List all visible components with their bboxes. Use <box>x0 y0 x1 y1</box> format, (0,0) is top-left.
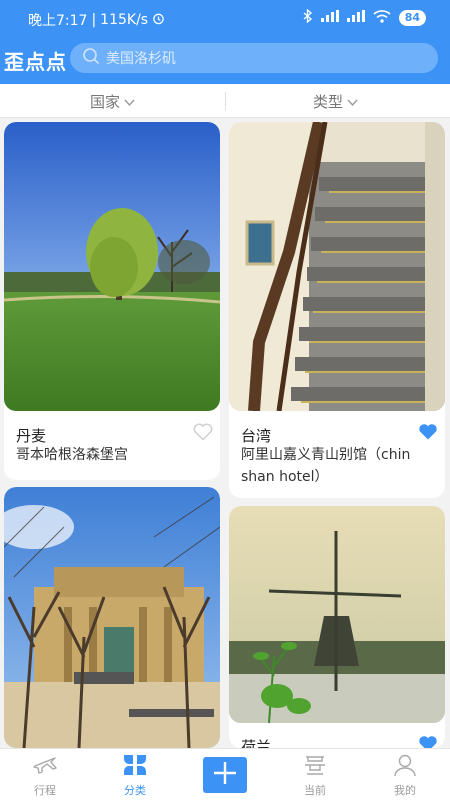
add-button[interactable] <box>203 757 247 793</box>
place-photo <box>4 122 220 411</box>
filter-divider <box>225 92 226 110</box>
tab-trip[interactable]: 行程 <box>10 753 80 798</box>
place-photo <box>229 122 445 411</box>
heart-filled-icon[interactable] <box>418 735 438 748</box>
signal-icon-1 <box>320 10 339 26</box>
alarm-icon <box>152 12 165 29</box>
search-icon <box>82 47 100 69</box>
tab-label: 分类 <box>124 784 146 797</box>
tab-current[interactable]: 当前 <box>280 753 350 798</box>
location-icon <box>302 753 328 780</box>
status-left: 晚上7:17 | 115K/s <box>28 10 165 30</box>
heart-filled-icon[interactable] <box>418 423 438 445</box>
place-card[interactable] <box>4 487 220 748</box>
place-card[interactable]: 荷兰 <box>229 506 445 748</box>
chevron-down-icon <box>124 93 135 111</box>
place-photo <box>229 506 445 723</box>
country-filter-label: 国家 <box>90 93 121 111</box>
add-icon <box>212 760 238 790</box>
heart-outline-icon[interactable] <box>193 423 213 445</box>
battery-badge: 84 <box>398 10 426 26</box>
status-speed: 115K/s <box>100 12 149 28</box>
user-icon <box>392 753 418 780</box>
category-icon <box>122 753 148 780</box>
chevron-down-icon <box>347 93 358 111</box>
search-input[interactable]: 美国洛杉矶 <box>70 43 438 73</box>
bluetooth-icon <box>303 8 313 27</box>
place-card[interactable]: 台湾 阿里山嘉义青山别馆（chin shan hotel） <box>229 122 445 498</box>
card-place-line: 阿里山嘉义青山别馆（chin <box>241 447 411 463</box>
app-header: 歪点点 美国洛杉矶 <box>0 36 450 84</box>
status-bar: 晚上7:17 | 115K/s 84 <box>0 0 450 36</box>
card-country: 台湾 <box>241 427 272 445</box>
tab-label: 当前 <box>304 784 326 797</box>
place-card[interactable]: 丹麦 哥本哈根洛森堡宫 <box>4 122 220 480</box>
type-filter[interactable]: 类型 <box>313 91 358 112</box>
card-place-line: shan hotel） <box>241 469 329 485</box>
place-photo <box>4 487 220 748</box>
card-country: 丹麦 <box>16 427 47 445</box>
bottom-tab-bar: 行程 分类 当前 我的 <box>0 748 450 800</box>
status-right: 84 <box>303 8 426 27</box>
card-place: 哥本哈根洛森堡宫 <box>16 447 128 463</box>
tab-label: 我的 <box>394 784 416 797</box>
status-time: 晚上7:17 <box>28 13 88 29</box>
search-placeholder: 美国洛杉矶 <box>106 51 176 67</box>
card-country: 荷兰 <box>241 738 272 748</box>
signal-icon-2 <box>346 10 365 26</box>
wifi-icon <box>373 9 391 27</box>
app-title: 歪点点 <box>4 50 67 74</box>
tab-mine[interactable]: 我的 <box>370 753 440 798</box>
filter-bar: 国家 类型 <box>0 84 450 118</box>
tab-label: 行程 <box>34 784 56 797</box>
status-separator: | <box>91 12 97 28</box>
plane-icon <box>32 753 58 780</box>
type-filter-label: 类型 <box>313 93 344 111</box>
country-filter[interactable]: 国家 <box>90 91 135 112</box>
tab-category[interactable]: 分类 <box>100 753 170 798</box>
